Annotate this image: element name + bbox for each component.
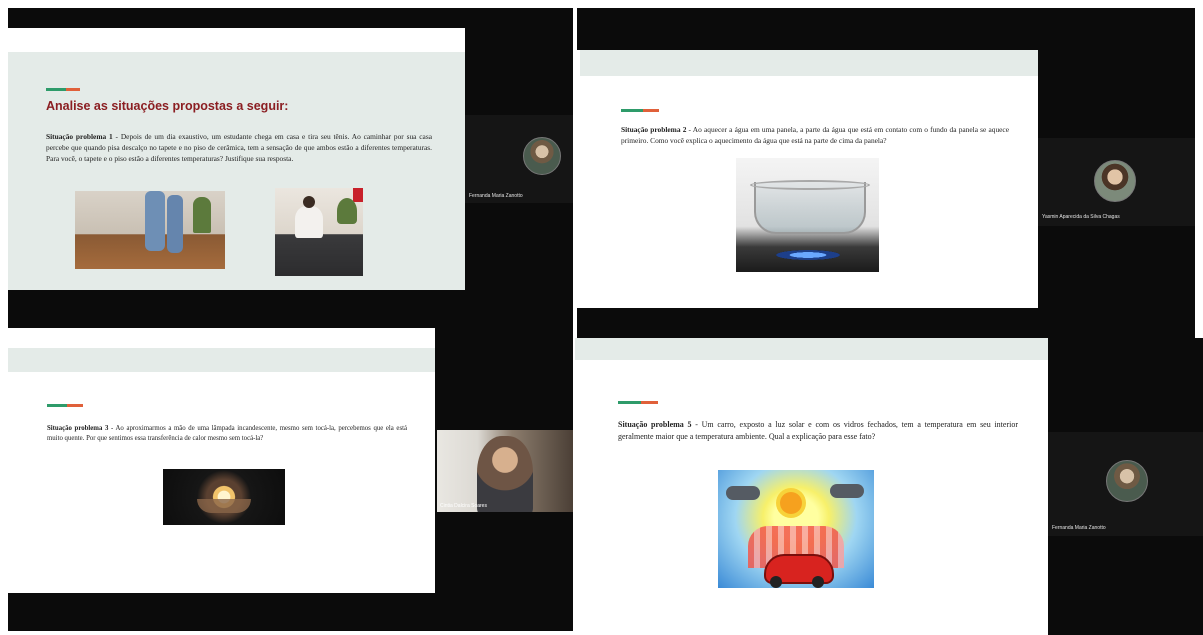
problem-title: Situação problema 1 bbox=[46, 132, 113, 141]
cloud-icon bbox=[726, 486, 760, 500]
shared-slide-5: Situação problema 5 - Um carro, exposto … bbox=[575, 338, 1048, 635]
slide-heading: Analise as situações propostas a seguir: bbox=[46, 99, 289, 113]
slide-accent-line bbox=[47, 404, 83, 407]
slide-text: Situação problema 5 - Um carro, exposto … bbox=[618, 419, 1018, 443]
hands-with-light-bulb-image bbox=[163, 469, 285, 525]
shared-slide-2: Situação problema 2 - Ao aquecer a água … bbox=[580, 50, 1038, 308]
avatar bbox=[1094, 160, 1136, 202]
slide-1-bottom-bar bbox=[8, 290, 465, 328]
sun-icon bbox=[780, 492, 802, 514]
slide-3-bottom-bar bbox=[8, 593, 435, 631]
cloud-icon bbox=[830, 484, 864, 498]
slide-accent-line bbox=[618, 401, 658, 404]
slide-text: Situação problema 2 - Ao aquecer a água … bbox=[621, 124, 1009, 146]
hot-car-in-sun-image bbox=[718, 470, 874, 588]
avatar bbox=[1106, 460, 1148, 502]
slide-2-bottom-bar bbox=[577, 308, 1038, 338]
participant-video-3[interactable]: Cintia Dalcira Soares bbox=[437, 430, 573, 512]
slide-accent-line bbox=[46, 88, 80, 91]
shared-slide-3: Situação problema 3 - Ao aproximarmos a … bbox=[8, 348, 435, 593]
participant-name: Cintia Dalcira Soares bbox=[440, 503, 487, 509]
participant-tile-2[interactable]: Yasmin Aparecida da Silva Chagas bbox=[1038, 138, 1195, 226]
feet-on-floor-image bbox=[75, 191, 225, 269]
participant-tile-1[interactable]: Fernanda Maria Zanotto bbox=[465, 115, 573, 203]
problem-title: Situação problema 2 bbox=[621, 125, 687, 134]
slide-text: Situação problema 3 - Ao aproximarmos a … bbox=[47, 424, 407, 444]
participant-name: Fernanda Maria Zanotto bbox=[469, 193, 523, 199]
problem-title: Situação problema 5 bbox=[618, 420, 692, 429]
person-video bbox=[477, 436, 533, 512]
participant-tile-4[interactable]: Fernanda Maria Zanotto bbox=[1048, 432, 1203, 536]
problem-title: Situação problema 3 bbox=[47, 425, 109, 432]
shared-slide-1: Analise as situações propostas a seguir:… bbox=[8, 28, 465, 290]
participant-name: Yasmin Aparecida da Silva Chagas bbox=[1042, 214, 1120, 220]
avatar bbox=[523, 137, 561, 175]
participant-name: Fernanda Maria Zanotto bbox=[1052, 525, 1106, 531]
woman-on-rug-image bbox=[275, 188, 363, 276]
boiling-water-pot-image bbox=[736, 158, 879, 272]
slide-accent-line bbox=[621, 109, 659, 112]
slide-text: Situação problema 1 - Depois de um dia e… bbox=[46, 131, 432, 164]
